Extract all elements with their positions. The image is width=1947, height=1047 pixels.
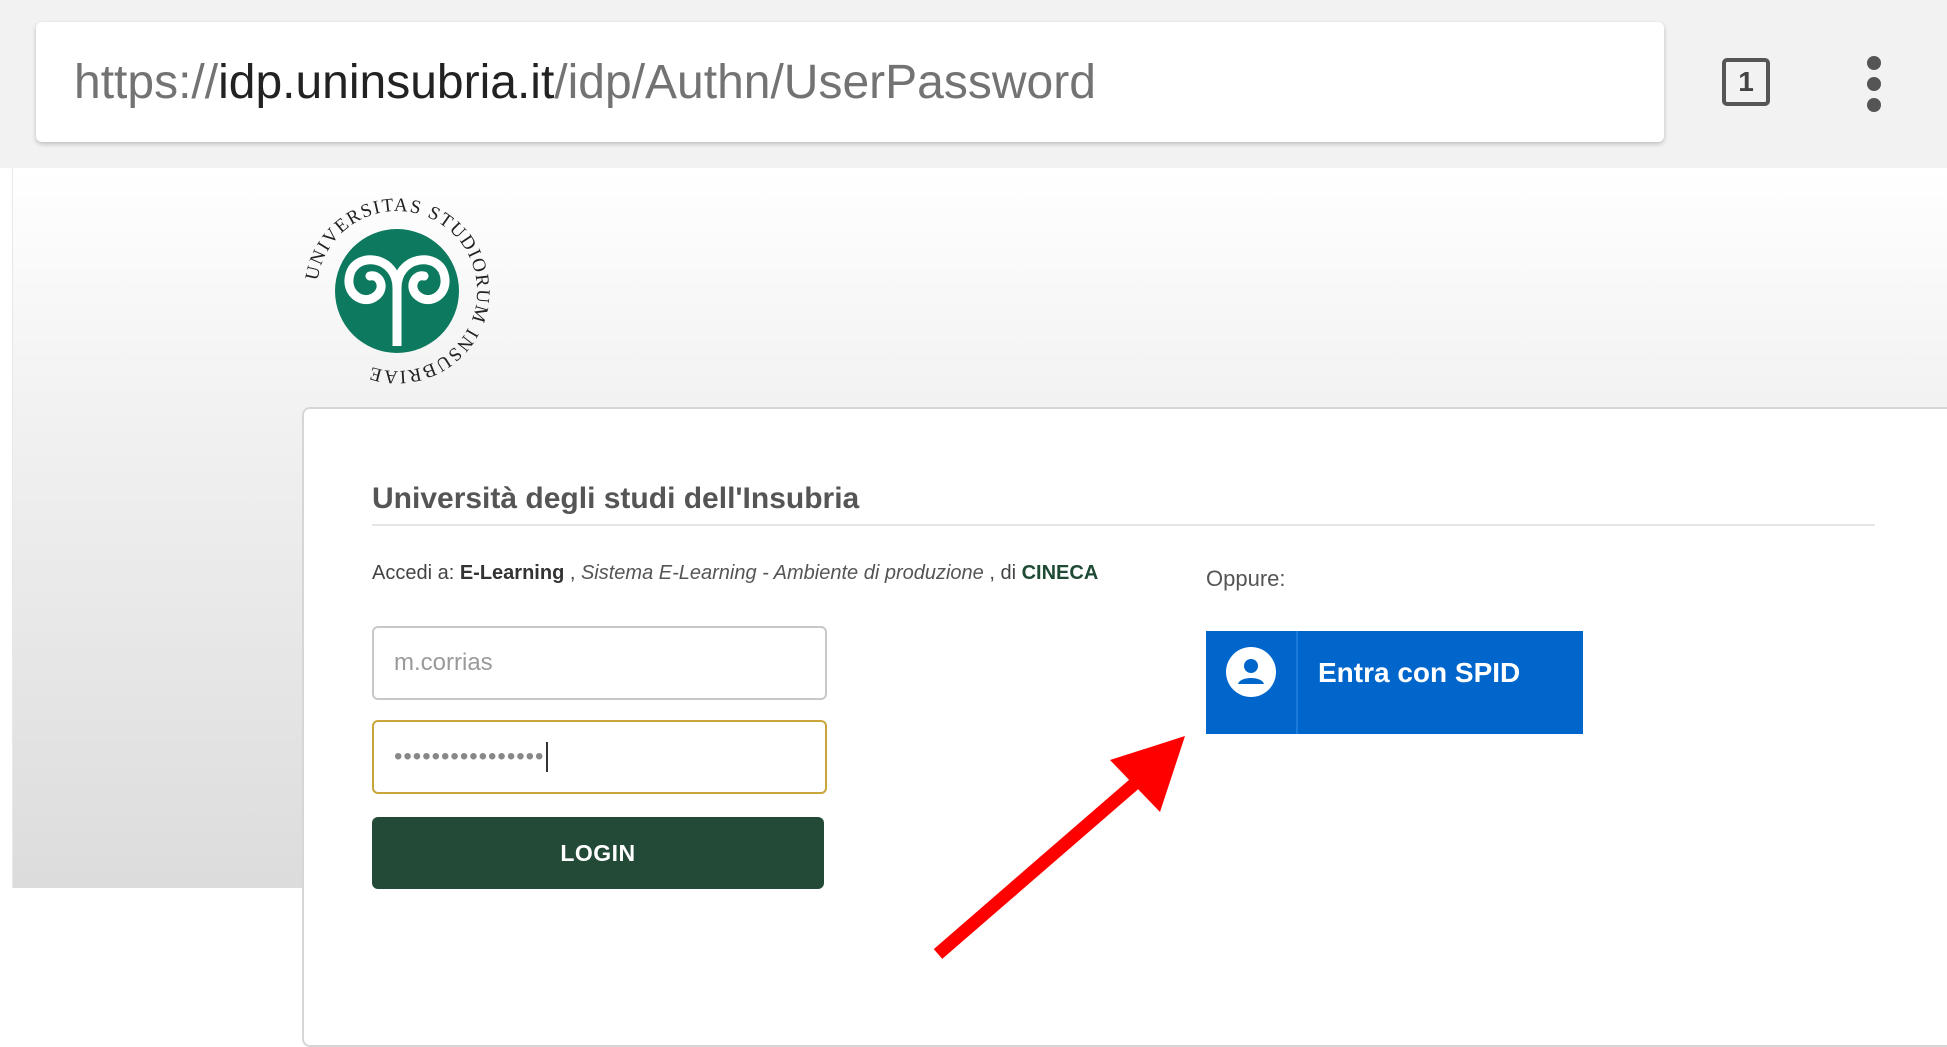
url-text[interactable]: https://idp.uninsubria.it/idp/Authn/User… xyxy=(74,55,1096,110)
login-button[interactable]: LOGIN xyxy=(372,817,824,889)
university-logo: UNIVERSITAS STUDIORUM INSUBRIAE xyxy=(302,196,492,386)
address-bar[interactable]: https://idp.uninsubria.it/idp/Authn/User… xyxy=(36,22,1664,142)
user-icon xyxy=(1226,647,1276,697)
service-name: E-Learning xyxy=(459,562,565,584)
card-title: Università degli studi dell'Insubria xyxy=(372,482,860,515)
spid-label: Entra con SPID xyxy=(1318,657,1521,688)
tab-count: 1 xyxy=(1738,66,1754,97)
spid-login-button[interactable]: Entra con SPID xyxy=(1206,631,1583,734)
password-input[interactable]: •••••••••••••••• xyxy=(372,720,827,794)
username-value: m.corrias xyxy=(394,649,493,676)
url-host: idp.uninsubria.it xyxy=(218,55,555,109)
overflow-menu-icon[interactable] xyxy=(1862,56,1886,112)
text-caret xyxy=(546,742,549,772)
username-input[interactable]: m.corrias xyxy=(372,626,827,700)
service-desc: Sistema E-Learning - Ambiente di produzi… xyxy=(580,562,984,584)
annotation-arrow-icon xyxy=(933,736,1185,959)
tab-switcher-button[interactable]: 1 xyxy=(1722,58,1770,106)
title-divider xyxy=(372,524,1875,526)
password-value: •••••••••••••••• xyxy=(394,743,545,770)
oppure-label: Oppure: xyxy=(1206,566,1286,591)
url-path: /idp/Authn/UserPassword xyxy=(554,55,1096,109)
url-scheme: https:// xyxy=(74,55,219,109)
provider-name: CINECA xyxy=(1021,562,1099,584)
login-label: LOGIN xyxy=(560,839,636,866)
service-description: Accedi a: E-Learning , Sistema E-Learnin… xyxy=(372,562,1099,584)
